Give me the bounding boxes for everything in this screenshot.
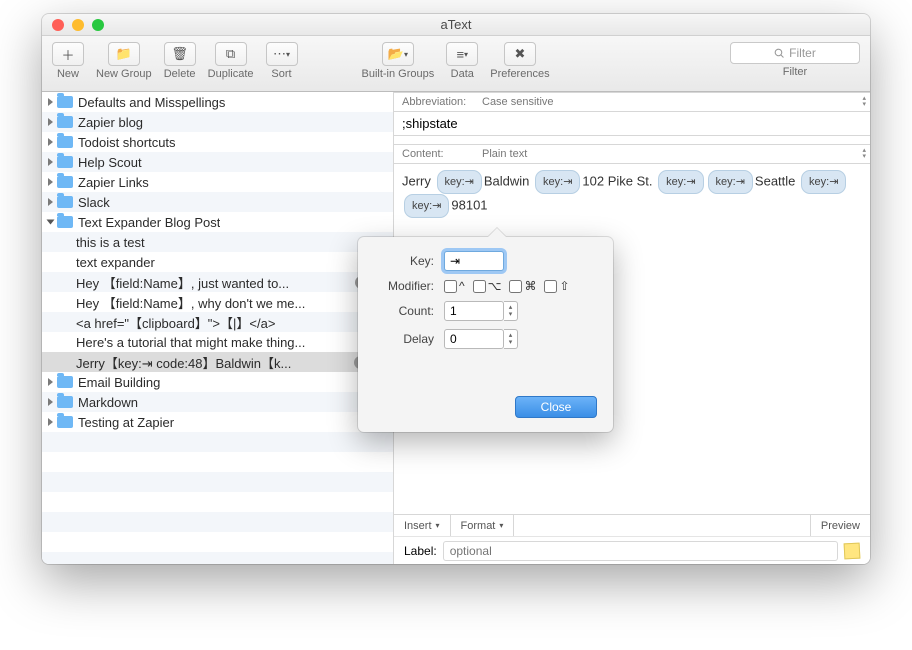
popover-count-label: Count: (374, 304, 434, 318)
new-button[interactable]: ＋New (52, 42, 84, 80)
list-item[interactable]: Testing at Zapier (42, 412, 393, 432)
folder-icon (57, 136, 73, 148)
folder-icon (57, 156, 73, 168)
list-item[interactable]: text expander (42, 252, 393, 272)
folder-icon (57, 96, 73, 108)
modifier-checkbox[interactable]: ^ (444, 279, 465, 293)
list-item[interactable] (42, 472, 393, 492)
window-title: aText (440, 17, 471, 32)
list-item[interactable]: Slack (42, 192, 393, 212)
abbr-mode-stepper[interactable]: ▴▾ (862, 96, 866, 108)
close-window-button[interactable] (52, 19, 64, 31)
zoom-window-button[interactable] (92, 19, 104, 31)
disclosure-triangle[interactable] (48, 98, 53, 106)
window-controls (52, 19, 104, 31)
list-item[interactable] (42, 492, 393, 512)
toolbar: ＋New 📁New Group 🗑Delete ⧉Duplicate ⋯▾Sor… (42, 36, 870, 92)
label-row: Label: (394, 536, 870, 564)
list-item[interactable]: Help Scout (42, 152, 393, 172)
list-item[interactable]: Here's a tutorial that might make thing.… (42, 332, 393, 352)
search-icon (774, 48, 785, 59)
list-item[interactable] (42, 512, 393, 532)
folder-icon (57, 176, 73, 188)
content-header[interactable]: Content: Plain text ▴▾ (394, 144, 870, 164)
folder-icon (57, 196, 73, 208)
disclosure-triangle[interactable] (47, 220, 55, 225)
list-item[interactable] (42, 552, 393, 564)
key-token[interactable]: key:⇥ (708, 170, 753, 194)
abbreviation-input[interactable] (394, 112, 870, 136)
insert-menu[interactable]: Insert▾ (394, 515, 451, 536)
count-stepper[interactable]: ▴▾ (504, 301, 518, 321)
list-item[interactable]: Zapier blog (42, 112, 393, 132)
popover-close-button[interactable]: Close (515, 396, 597, 418)
modifier-checkbox[interactable]: ⌘ (509, 279, 536, 293)
titlebar: aText (42, 14, 870, 36)
key-token[interactable]: key:⇥ (535, 170, 580, 194)
list-item[interactable]: Hey 【field:Name】, just wanted to...;outr (42, 272, 393, 292)
label-input[interactable] (443, 541, 838, 561)
key-token[interactable]: key:⇥ (437, 170, 482, 194)
preview-button[interactable]: Preview (810, 515, 870, 536)
popover-delay-label: Delay (374, 332, 434, 346)
list-item[interactable]: Markdown (42, 392, 393, 412)
label-field-label: Label: (404, 544, 437, 558)
snippet-sidebar[interactable]: Defaults and MisspellingsZapier blogTodo… (42, 92, 394, 564)
filter-label: Filter (783, 66, 807, 78)
preferences-button[interactable]: ✖︎Preferences (490, 42, 549, 80)
folder-icon (57, 116, 73, 128)
data-button[interactable]: ≡▾Data (446, 42, 478, 80)
disclosure-triangle[interactable] (48, 158, 53, 166)
abbreviation-header[interactable]: Abbreviation: Case sensitive ▴▾ (394, 92, 870, 112)
disclosure-triangle[interactable] (48, 178, 53, 186)
duplicate-button[interactable]: ⧉Duplicate (208, 42, 254, 80)
list-item[interactable] (42, 532, 393, 552)
modifier-checkbox[interactable]: ⌥ (473, 279, 502, 293)
delete-button[interactable]: 🗑Delete (164, 42, 196, 80)
list-item[interactable]: <a href="【clipboard】">【|】</a> (42, 312, 393, 332)
disclosure-triangle[interactable] (48, 138, 53, 146)
key-popover: Key: Modifier: ^ ⌥ ⌘ ⇧ Count: ▴▾ Delay ▴… (358, 237, 613, 432)
popover-delay-input[interactable] (444, 329, 504, 349)
format-menu[interactable]: Format▾ (451, 515, 515, 536)
popover-modifier-label: Modifier: (374, 279, 434, 293)
popover-key-input[interactable] (444, 251, 504, 271)
key-token[interactable]: key:⇥ (658, 170, 703, 194)
disclosure-triangle[interactable] (48, 378, 53, 386)
builtin-groups-button[interactable]: 📂▾Built-in Groups (362, 42, 435, 80)
popover-count-input[interactable] (444, 301, 504, 321)
folder-icon (57, 416, 73, 428)
list-item[interactable] (42, 432, 393, 452)
modifier-checkbox[interactable]: ⇧ (544, 279, 569, 293)
filter-search-input[interactable]: Filter (730, 42, 860, 64)
list-item[interactable]: Zapier Links (42, 172, 393, 192)
folder-icon (57, 396, 73, 408)
sort-button[interactable]: ⋯▾Sort (266, 42, 298, 80)
list-item[interactable] (42, 452, 393, 472)
list-item[interactable]: Text Expander Blog Post (42, 212, 393, 232)
folder-icon (57, 376, 73, 388)
disclosure-triangle[interactable] (48, 418, 53, 426)
note-icon[interactable] (844, 542, 861, 559)
modifier-checkboxes: ^ ⌥ ⌘ ⇧ (444, 279, 570, 293)
content-mode-stepper[interactable]: ▴▾ (862, 148, 866, 160)
minimize-window-button[interactable] (72, 19, 84, 31)
disclosure-triangle[interactable] (48, 118, 53, 126)
key-token[interactable]: key:⇥ (801, 170, 846, 194)
new-group-button[interactable]: 📁New Group (96, 42, 152, 80)
disclosure-triangle[interactable] (48, 398, 53, 406)
editor-bottom-bar: Insert▾ Format▾ Preview (394, 514, 870, 536)
list-item[interactable]: Email Building (42, 372, 393, 392)
list-item[interactable]: Hey 【field:Name】, why don't we me...;me (42, 292, 393, 312)
folder-icon (57, 216, 73, 228)
list-item[interactable]: this is a test (42, 232, 393, 252)
popover-key-label: Key: (374, 254, 434, 268)
list-item-selected[interactable]: Jerry【key:⇥ code:48】Baldwin【k...;ship (42, 352, 393, 372)
list-item[interactable]: Defaults and Misspellings (42, 92, 393, 112)
key-token[interactable]: key:⇥ (404, 194, 449, 218)
delay-stepper[interactable]: ▴▾ (504, 329, 518, 349)
disclosure-triangle[interactable] (48, 198, 53, 206)
list-item[interactable]: Todoist shortcuts (42, 132, 393, 152)
